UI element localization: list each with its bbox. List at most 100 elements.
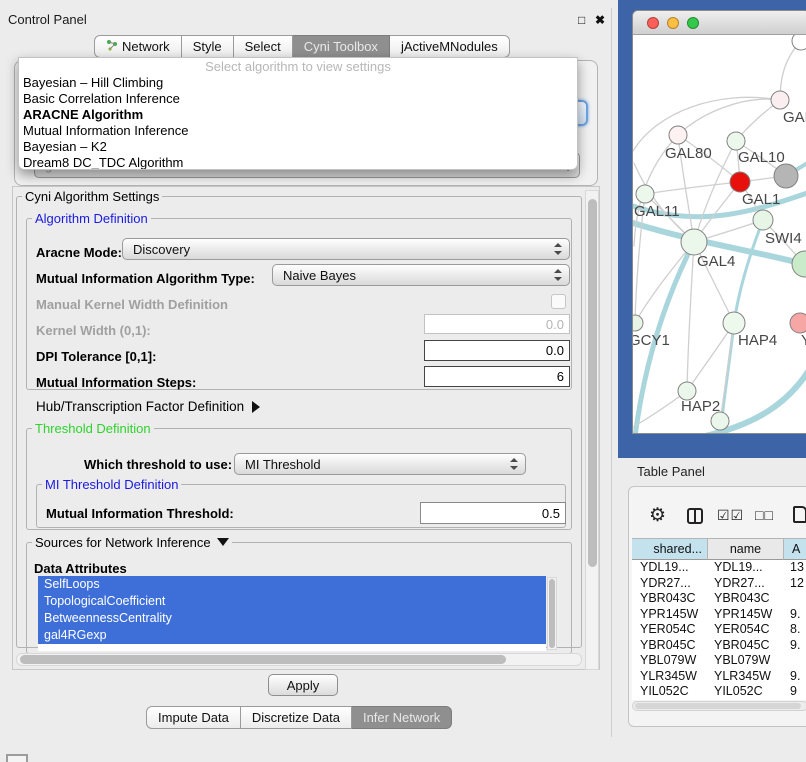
network-node[interactable] [711, 412, 729, 430]
network-edge[interactable] [678, 99, 780, 135]
node-label: GAL11 [634, 203, 680, 220]
network-edge[interactable] [734, 220, 763, 323]
algorithm-option[interactable]: ARACNE Algorithm [19, 107, 577, 123]
aracne-mode-combo[interactable]: Discovery [122, 238, 570, 260]
network-node[interactable] [771, 91, 789, 109]
control-panel: Control Panel □ ✖ Network Style Select C… [0, 8, 612, 737]
column-header-name[interactable]: name [708, 538, 784, 560]
tab-jactivemnodules[interactable]: jActiveMNodules [390, 35, 510, 58]
table-cell: 9 [784, 684, 797, 700]
network-node[interactable] [792, 35, 806, 50]
mi-algorithm-type-combo[interactable]: Naive Bayes [272, 264, 570, 286]
collapse-down-icon [217, 538, 229, 546]
hub-definition-expander[interactable]: Hub/Transcription Factor Definition [36, 399, 260, 414]
settings-vertical-scrollbar[interactable] [585, 190, 599, 670]
data-attribute-item[interactable]: gal4RGexp [38, 627, 546, 644]
algorithm-option[interactable]: Dream8 DC_TDC Algorithm [19, 155, 577, 170]
close-traffic-light-icon[interactable] [647, 17, 659, 29]
algorithm-option[interactable]: Mutual Information Inference [19, 123, 577, 139]
network-node[interactable] [790, 313, 806, 333]
table-body[interactable]: YDL19...YDL19...13YDR27...YDR27...12YBR0… [632, 560, 806, 700]
settings-horizontal-scrollbar[interactable] [16, 653, 582, 666]
table-row[interactable]: YDL19...YDL19...13 [632, 560, 806, 576]
tab-style[interactable]: Style [182, 35, 234, 58]
network-node[interactable] [633, 315, 643, 331]
data-attribute-item[interactable]: BetweennessCentrality [38, 610, 546, 627]
kernel-width-input[interactable]: 0.0 [424, 314, 570, 334]
unchecked-boxes-icon[interactable]: □□ [755, 507, 774, 523]
table-row[interactable]: YBR045CYBR045C9. [632, 638, 806, 654]
algorithm-option[interactable]: Basic Correlation Inference [19, 91, 577, 107]
sources-collapse-header[interactable]: Sources for Network Inference [32, 535, 232, 550]
gear-icon[interactable]: ⚙ [649, 504, 666, 527]
network-node[interactable] [774, 164, 798, 188]
aracne-mode-label: Aracne Mode: [36, 245, 122, 260]
table-row[interactable]: YER054CYER054C8. [632, 622, 806, 638]
network-node[interactable] [681, 229, 707, 255]
algorithm-option[interactable]: Bayesian – Hill Climbing [19, 75, 577, 91]
split-columns-icon[interactable] [687, 508, 703, 524]
tab-discretize-data[interactable]: Discretize Data [241, 706, 352, 729]
algorithm-option[interactable]: Bayesian – K2 [19, 139, 577, 155]
table-cell: YLR345W [632, 669, 708, 685]
network-edge[interactable] [633, 97, 780, 151]
network-canvas[interactable]: GALGAL80GAL10GAL1GAL11SWI4GAL4GCY1HAP4YH… [633, 35, 806, 434]
table-cell: 9. [784, 638, 800, 654]
data-attributes-list[interactable]: SelfLoopsTopologicalCoefficientBetweenne… [38, 576, 546, 651]
tab-impute-data[interactable]: Impute Data [146, 706, 241, 729]
table-row[interactable]: YPR145WYPR145W9. [632, 607, 806, 623]
table-cell: YIL052C [632, 684, 708, 700]
table-cell: YBL079W [632, 653, 708, 669]
mi-threshold-input[interactable]: 0.5 [420, 502, 566, 524]
tab-cyni-toolbox[interactable]: Cyni Toolbox [293, 35, 390, 58]
checked-boxes-icon[interactable]: ☑☑ [717, 507, 744, 524]
tab-network[interactable]: Network [94, 35, 182, 58]
network-node[interactable] [730, 172, 750, 192]
network-view-window[interactable]: GALGAL80GAL10GAL1GAL11SWI4GAL4GCY1HAP4YH… [632, 10, 806, 434]
combo-arrows-icon [554, 269, 563, 281]
manual-kernel-width-checkbox[interactable] [551, 294, 566, 309]
network-node[interactable] [727, 132, 745, 150]
mi-steps-label: Mutual Information Steps: [36, 375, 196, 390]
table-cell: YIL052C [708, 684, 784, 700]
dpi-tolerance-input[interactable]: 0.0 [424, 340, 570, 361]
data-attribute-item[interactable]: SelfLoops [38, 576, 546, 593]
which-threshold-combo[interactable]: MI Threshold [234, 453, 526, 475]
docked-panel-icon[interactable] [6, 754, 28, 762]
tab-select[interactable]: Select [234, 35, 293, 58]
table-row[interactable]: YLR345WYLR345W9. [632, 669, 806, 685]
network-window-titlebar[interactable] [633, 11, 806, 35]
list-scrollbar[interactable] [547, 577, 557, 650]
tab-infer-network[interactable]: Infer Network [352, 706, 452, 729]
zoom-traffic-light-icon[interactable] [687, 17, 699, 29]
table-horizontal-scrollbar[interactable] [632, 701, 806, 711]
network-edge[interactable] [687, 242, 694, 391]
network-edge[interactable] [645, 182, 740, 194]
network-edge[interactable] [720, 323, 734, 421]
table-row[interactable]: YDR27...YDR27...12 [632, 576, 806, 592]
which-threshold-label: Which threshold to use: [84, 457, 232, 472]
close-icon[interactable]: ✖ [595, 13, 605, 27]
table-cell: YDR27... [708, 576, 784, 592]
network-node[interactable] [792, 251, 806, 277]
minimize-icon[interactable]: □ [578, 13, 585, 27]
mi-steps-input[interactable]: 6 [424, 366, 570, 387]
control-panel-tabbar: Network Style Select Cyni Toolbox jActiv… [94, 35, 510, 58]
network-node[interactable] [723, 312, 745, 334]
table-cell: 13 [784, 560, 804, 576]
column-header-clipped[interactable]: A [784, 538, 806, 560]
network-node[interactable] [669, 126, 687, 144]
network-node[interactable] [753, 210, 773, 230]
minimize-traffic-light-icon[interactable] [667, 17, 679, 29]
network-node[interactable] [636, 185, 654, 203]
column-header-shared-name[interactable]: shared... [632, 538, 708, 560]
tab-label: Discretize Data [252, 710, 340, 725]
apply-button[interactable]: Apply [268, 674, 338, 696]
data-attribute-item[interactable]: TopologicalCoefficient [38, 593, 546, 610]
algorithm-dropdown[interactable]: Select algorithm to view settings Bayesi… [18, 57, 578, 170]
document-icon[interactable] [793, 506, 806, 523]
table-row[interactable]: YBL079WYBL079W [632, 653, 806, 669]
table-row[interactable]: YBR043CYBR043C [632, 591, 806, 607]
node-label: GAL4 [697, 253, 735, 270]
table-row[interactable]: YIL052CYIL052C9 [632, 684, 806, 700]
